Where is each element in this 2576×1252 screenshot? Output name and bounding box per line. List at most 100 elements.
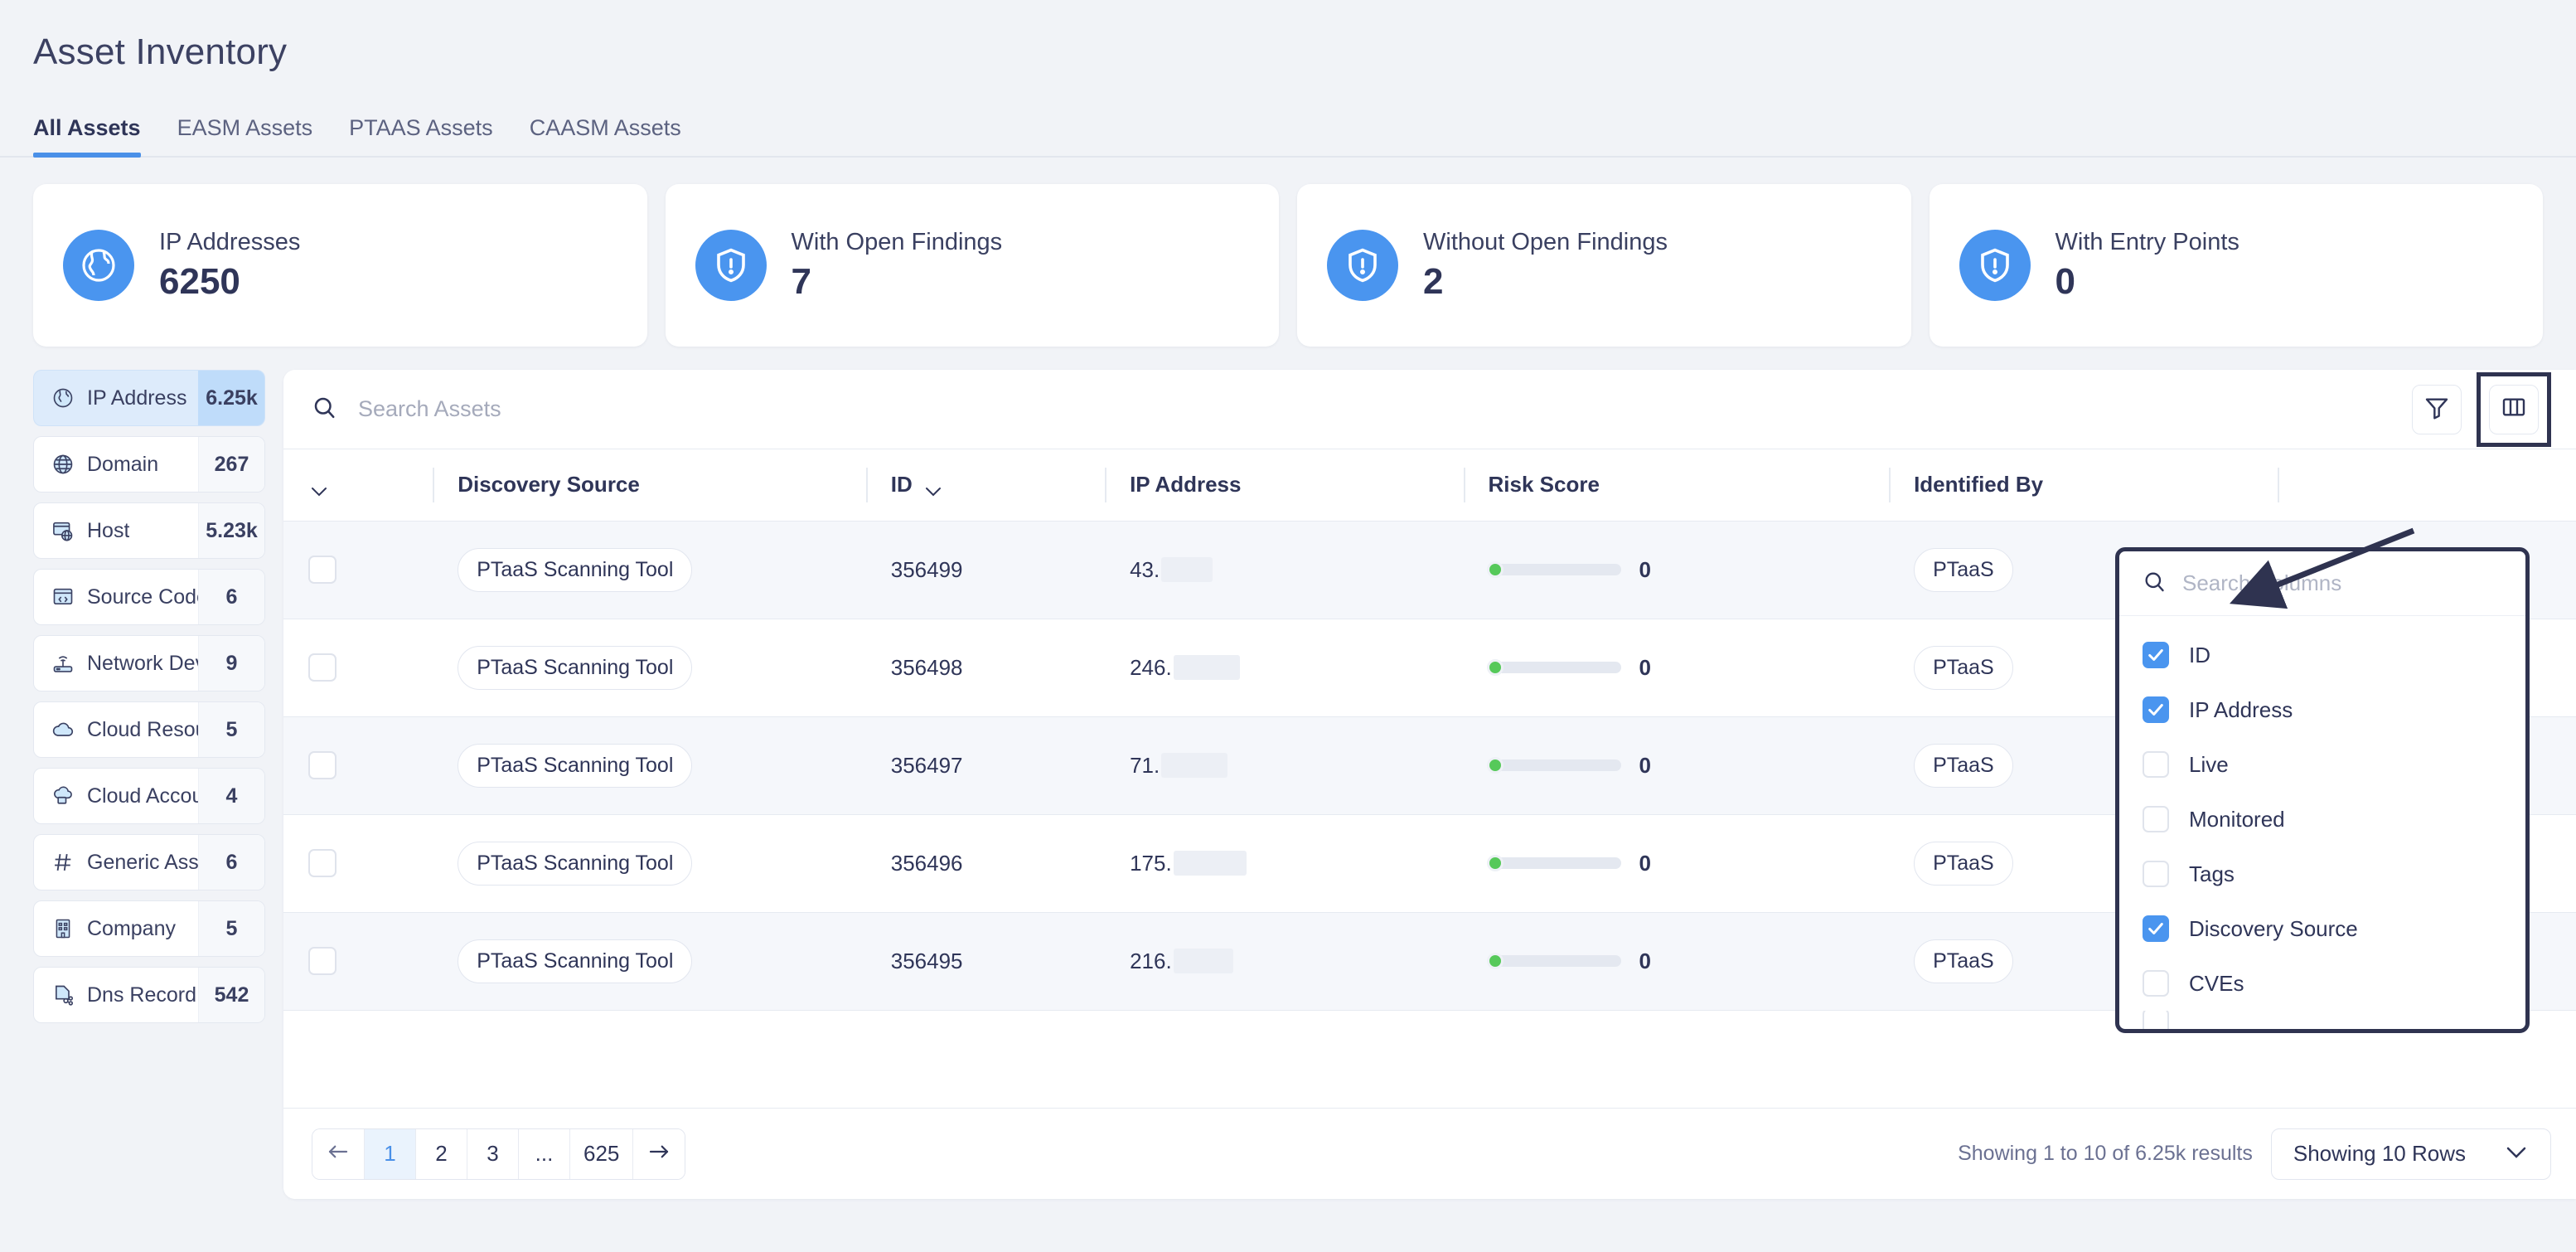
identified-by-pill: PTaaS	[1914, 645, 2013, 690]
pagination-control: 1 2 3... 625	[312, 1128, 686, 1180]
column-header-label: Risk Score	[1488, 472, 1600, 497]
asset-id: 356495	[890, 948, 963, 973]
sidebar-item-cloud-account[interactable]: Cloud Account4	[33, 768, 265, 824]
column-toggle-checkbox[interactable]	[2143, 751, 2169, 778]
column-toggle-ip-address[interactable]: IP Address	[2119, 682, 2525, 737]
tab-easm-assets[interactable]: EASM Assets	[159, 115, 332, 156]
pagination-page-...[interactable]: ...	[519, 1128, 570, 1179]
building-icon	[51, 916, 75, 941]
cloud-icon	[51, 717, 75, 742]
search-assets-box[interactable]	[312, 395, 2412, 424]
risk-score-bar	[1486, 855, 1621, 871]
sidebar-item-domain[interactable]: Domain 267	[33, 436, 265, 493]
stat-value: 6250	[159, 260, 240, 302]
host-window-icon	[51, 518, 75, 543]
risk-score-bar	[1486, 561, 1621, 578]
sidebar-item-count: 267	[198, 437, 264, 492]
pagination-prev-button[interactable]	[312, 1128, 365, 1179]
column-header-check[interactable]	[283, 449, 433, 522]
stat-card: IP Addresses 6250	[33, 184, 647, 347]
search-input[interactable]	[358, 396, 706, 422]
risk-score-value: 0	[1639, 752, 1651, 778]
column-header-label: IP Address	[1130, 472, 1242, 497]
globe-asset-icon	[51, 386, 75, 410]
column-toggle-checkbox[interactable]	[2143, 970, 2169, 997]
source-code-icon	[51, 585, 75, 609]
tab-label: EASM Assets	[177, 115, 313, 140]
risk-score-cell: 0	[1486, 949, 1890, 974]
columns-button[interactable]	[2489, 384, 2539, 434]
risk-score-bar	[1486, 953, 1621, 969]
column-toggle-checkbox[interactable]	[2143, 861, 2169, 887]
pagination-page-2[interactable]: 2	[416, 1128, 467, 1179]
row-select-checkbox[interactable]	[308, 947, 337, 975]
pagination-page-1[interactable]: 1	[365, 1128, 416, 1179]
sidebar-item-source-code[interactable]: Source Code 6	[33, 569, 265, 625]
filter-button[interactable]	[2412, 384, 2462, 434]
column-toggle-checkbox[interactable]	[2143, 1011, 2169, 1029]
column-toggle-checkbox[interactable]	[2143, 915, 2169, 942]
risk-score-cell: 0	[1486, 655, 1890, 681]
pagination-page-3[interactable]: 3	[467, 1128, 519, 1179]
sidebar-item-network-device[interactable]: Network Device9	[33, 635, 265, 692]
risk-score-cell: 0	[1486, 752, 1890, 779]
tab-caasm-assets[interactable]: CAASM Assets	[511, 115, 700, 156]
ip-prefix: 216.	[1130, 948, 1172, 973]
arrow-right-icon	[646, 1141, 671, 1167]
columns-search-input[interactable]	[2182, 570, 2502, 596]
column-header-label: Identified By	[1914, 472, 2044, 497]
row-select-checkbox[interactable]	[308, 849, 337, 877]
column-toggle-partial[interactable]	[2119, 1011, 2525, 1029]
column-header-id[interactable]: ID	[865, 449, 1106, 522]
asset-id: 356498	[890, 654, 963, 680]
sidebar-item-dns-record[interactable]: Dns Record 542	[33, 967, 265, 1023]
column-toggle-discovery-source[interactable]: Discovery Source	[2119, 901, 2525, 956]
column-header-ip[interactable]: IP Address	[1105, 449, 1464, 522]
pagination-next-button[interactable]	[633, 1128, 685, 1179]
column-header-src[interactable]: Discovery Source	[433, 449, 866, 522]
column-header-spacer	[2277, 449, 2576, 522]
tab-ptaas-assets[interactable]: PTAAS Assets	[331, 115, 511, 156]
column-toggle-checkbox[interactable]	[2143, 806, 2169, 832]
sidebar-item-host[interactable]: Host 5.23k	[33, 502, 265, 559]
tab-all-assets[interactable]: All Assets	[33, 115, 159, 158]
sidebar-item-count: 6	[198, 835, 264, 890]
hash-icon	[51, 850, 75, 875]
column-header-risk[interactable]: Risk Score	[1463, 449, 1890, 522]
sidebar-item-generic-asset[interactable]: Generic Asset6	[33, 834, 265, 890]
sidebar-item-ip-address[interactable]: IP Address 6.25k	[33, 370, 265, 426]
column-toggle-monitored[interactable]: Monitored	[2119, 792, 2525, 847]
sidebar-item-label: Generic Asset	[87, 850, 198, 874]
ip-redaction-block	[1173, 655, 1240, 680]
stat-label: IP Addresses	[159, 228, 301, 255]
column-toggle-id[interactable]: ID	[2119, 628, 2525, 682]
pagination-page-625[interactable]: 625	[570, 1128, 634, 1179]
stat-label: With Open Findings	[791, 228, 1003, 255]
discovery-source-pill: PTaaS Scanning Tool	[458, 939, 693, 983]
chevron-down-icon	[308, 478, 330, 497]
ip-prefix: 43.	[1130, 556, 1160, 582]
sidebar-item-company[interactable]: Company 5	[33, 900, 265, 957]
sidebar-item-cloud-resource[interactable]: Cloud Resource5	[33, 701, 265, 758]
column-toggle-tags[interactable]: Tags	[2119, 847, 2525, 901]
stat-card: Without Open Findings 2	[1297, 184, 1911, 347]
stat-label: With Entry Points	[2055, 228, 2239, 255]
shield-alert-icon	[695, 230, 767, 301]
row-select-checkbox[interactable]	[308, 751, 337, 779]
row-select-checkbox[interactable]	[308, 653, 337, 682]
rows-per-page-select[interactable]: Showing 10 Rows	[2270, 1128, 2551, 1180]
ip-address-cell: 216.	[1130, 949, 1463, 974]
stat-card: With Entry Points 0	[1929, 184, 2543, 347]
column-toggle-cves[interactable]: CVEs	[2119, 956, 2525, 1011]
sidebar-item-label: Host	[87, 518, 130, 542]
row-select-checkbox[interactable]	[308, 556, 337, 584]
column-toggle-live[interactable]: Live	[2119, 737, 2525, 792]
asset-type-sidebar: IP Address 6.25k Domain 267 Host 5.23k Source …	[33, 370, 265, 1033]
columns-search-box[interactable]	[2119, 551, 2525, 616]
column-header-idby[interactable]: Identified By	[1889, 449, 2278, 522]
column-toggle-checkbox[interactable]	[2143, 642, 2169, 668]
stat-label: Without Open Findings	[1423, 228, 1668, 255]
ip-address-cell: 246.	[1130, 655, 1463, 681]
column-toggle-checkbox[interactable]	[2143, 696, 2169, 723]
ip-redaction-block	[1161, 753, 1228, 778]
